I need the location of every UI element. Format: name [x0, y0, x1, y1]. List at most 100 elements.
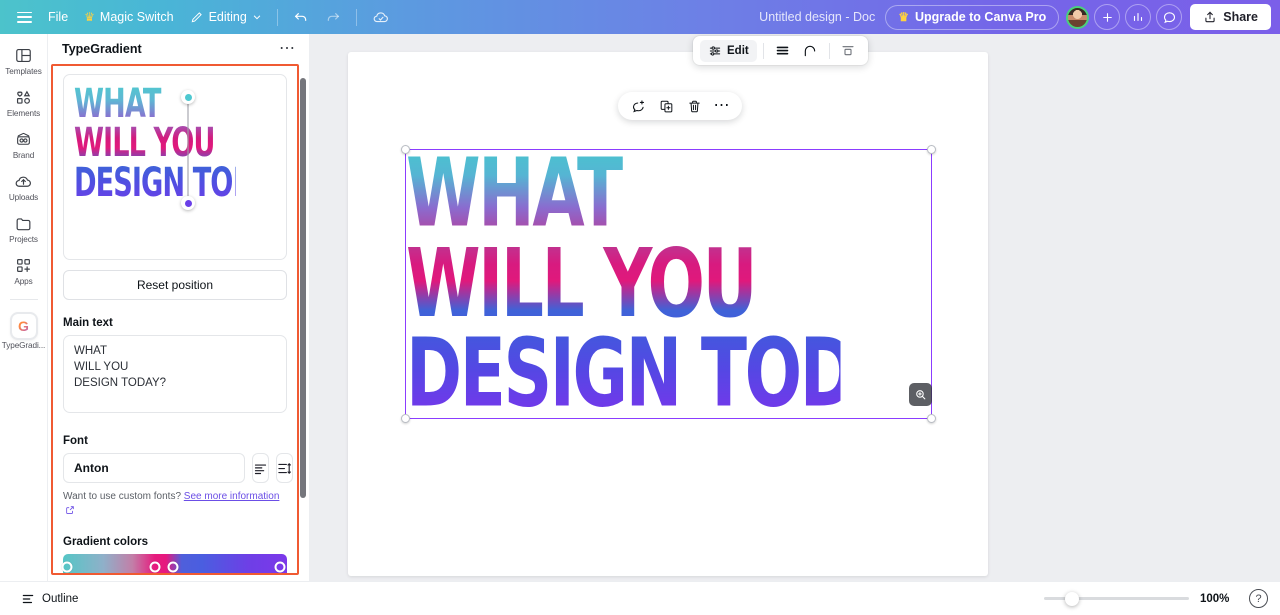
object-more-button[interactable]: ⋯	[710, 95, 734, 117]
curve-shape-icon	[805, 45, 816, 56]
add-comment-button[interactable]	[626, 95, 650, 117]
comments-button[interactable]	[1156, 4, 1183, 30]
duplicate-button[interactable]	[654, 95, 678, 117]
gradient-preview[interactable]: WHAT WILL YOU DESIGN TODAY?	[63, 74, 287, 260]
zoom-slider[interactable]	[1044, 591, 1189, 606]
curve-button[interactable]	[798, 39, 823, 62]
sidebar-item-typegradient[interactable]: G TypeGradi...	[2, 308, 46, 354]
trash-icon	[688, 100, 700, 112]
panel-header: TypeGradient ⋯	[48, 34, 309, 64]
comment-bubble-icon	[1163, 11, 1175, 23]
position-align-icon	[842, 45, 854, 55]
panel-scrollbar-thumb[interactable]	[300, 78, 306, 498]
cloud-check-icon	[373, 12, 388, 23]
preview-text: WHAT WILL YOU DESIGN TODAY?	[74, 80, 286, 207]
gradient-stop-1[interactable]	[149, 561, 161, 572]
gradient-stop-0[interactable]	[61, 561, 73, 572]
magnify-plus-icon	[916, 390, 926, 400]
font-input[interactable]	[63, 453, 245, 483]
main-menu-button[interactable]	[9, 5, 40, 29]
brand-icon	[17, 132, 30, 145]
typegradient-app-icon: G	[11, 313, 37, 339]
upgrade-to-pro-button[interactable]: ♛ Upgrade to Canva Pro	[885, 4, 1060, 30]
outline-list-icon	[22, 594, 34, 603]
cloud-save-status-button[interactable]	[364, 5, 398, 29]
undo-button[interactable]	[285, 5, 317, 29]
help-question-icon: ?	[1255, 592, 1262, 605]
resize-handle-bottom-left[interactable]	[401, 414, 410, 423]
gradient-color-bar[interactable]	[61, 554, 287, 573]
resize-handle-top-right[interactable]	[927, 145, 936, 154]
gradient-stop-2[interactable]	[167, 561, 179, 572]
gradient-handle-end[interactable]	[181, 196, 195, 210]
left-rail: Templates Elements Brand Uploads Project…	[0, 34, 48, 581]
zoom-controls: 100% ?	[1044, 589, 1268, 608]
help-button[interactable]: ?	[1249, 589, 1268, 608]
editing-mode-button[interactable]: Editing	[182, 5, 270, 29]
hamburger-icon	[17, 11, 32, 23]
crown-icon-pro: ♛	[898, 10, 909, 24]
edit-toolbar-divider-2	[828, 42, 830, 59]
selection-box[interactable]	[401, 145, 936, 423]
projects-folder-icon	[16, 218, 31, 231]
resize-handle-top-left[interactable]	[401, 145, 410, 154]
insights-button[interactable]	[1125, 4, 1152, 30]
panel-content: WHAT WILL YOU DESIGN TODAY? Reset positi…	[53, 66, 297, 573]
line-height-icon	[278, 462, 291, 474]
document-title[interactable]: Untitled design - Doc	[749, 10, 885, 24]
layers-button[interactable]	[770, 39, 795, 62]
add-comment-icon	[632, 99, 644, 112]
layers-stack-icon	[776, 46, 789, 55]
see-more-information-link[interactable]: See more information	[184, 491, 280, 502]
file-menu-button[interactable]: File	[40, 5, 76, 29]
panel-scrollbar-track[interactable]	[300, 74, 307, 573]
pencil-icon	[191, 12, 202, 23]
sidebar-item-elements[interactable]: Elements	[2, 83, 46, 122]
sidebar-item-apps[interactable]: Apps	[2, 251, 46, 290]
canva-editor: File ♛ Magic Switch Editing Untitled des…	[0, 0, 1280, 615]
upgrade-label: Upgrade to Canva Pro	[914, 10, 1047, 24]
delete-button[interactable]	[682, 95, 706, 117]
bar-chart-icon	[1134, 12, 1143, 22]
share-button[interactable]: Share	[1190, 4, 1271, 30]
sidebar-item-templates[interactable]: Templates	[2, 41, 46, 80]
duplicate-icon	[660, 100, 672, 112]
uploads-cloud-icon	[15, 176, 31, 187]
sidebar-item-projects[interactable]: Projects	[2, 209, 46, 248]
apps-grid-plus-icon	[17, 259, 30, 272]
design-page[interactable]: ⋯ WHAT WILL YOU DESIGN TODAY?	[348, 52, 988, 576]
gradient-stop-3[interactable]	[274, 561, 286, 572]
toolbar-divider	[276, 8, 278, 26]
font-controls-row	[63, 453, 293, 483]
position-button[interactable]	[836, 39, 861, 62]
magic-switch-button[interactable]: ♛ Magic Switch	[76, 5, 181, 29]
gradient-handle-start[interactable]	[181, 90, 195, 104]
edit-toolbar-divider	[762, 42, 764, 59]
undo-icon	[294, 13, 307, 21]
line-height-button[interactable]	[276, 453, 293, 483]
more-options-icon[interactable]: ⋯	[279, 41, 296, 57]
toolbar-divider-2	[355, 8, 357, 26]
add-collaborator-button[interactable]	[1094, 4, 1121, 30]
sidebar-item-label: TypeGradi...	[1, 341, 46, 350]
avatar[interactable]	[1066, 5, 1090, 29]
edit-label: Edit	[727, 44, 749, 57]
main-text-input[interactable]	[63, 335, 287, 413]
more-options-icon: ⋯	[713, 97, 731, 114]
magnify-button[interactable]	[909, 383, 932, 406]
outline-button[interactable]: Outline	[14, 587, 85, 610]
sidebar-item-uploads[interactable]: Uploads	[2, 167, 46, 206]
gradient-handle-line	[187, 95, 189, 201]
bottom-bar: Outline 100% ?	[0, 581, 1280, 615]
resize-handle-bottom-right[interactable]	[927, 414, 936, 423]
sidebar-item-brand[interactable]: Brand	[2, 125, 46, 164]
reset-position-button[interactable]: Reset position	[63, 270, 287, 300]
sidebar-item-label: Apps	[14, 277, 33, 286]
redo-button[interactable]	[317, 5, 349, 29]
text-align-button[interactable]	[252, 453, 269, 483]
canvas-area[interactable]: Edit ⋯ WHAT WILL YOU DESIGN TODAY?	[310, 34, 1280, 581]
zoom-slider-thumb[interactable]	[1064, 591, 1079, 606]
edit-button[interactable]: Edit	[700, 39, 757, 62]
text-align-left-icon	[254, 463, 267, 474]
outline-label: Outline	[42, 592, 79, 605]
